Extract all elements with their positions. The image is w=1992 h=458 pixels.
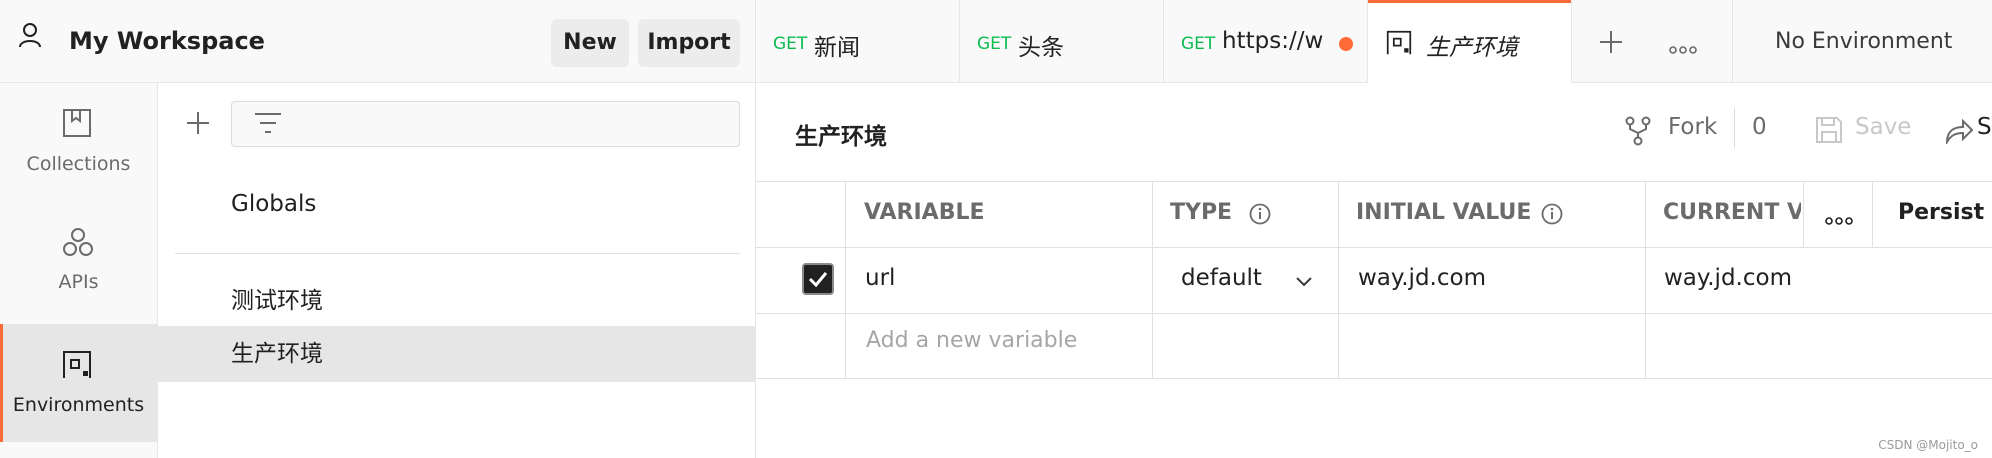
env-item-globals[interactable]: Globals [158, 191, 755, 217]
environments-icon [62, 350, 92, 384]
tab-name: https://w [1222, 28, 1324, 54]
divider [756, 247, 1992, 248]
fork-count: 0 [1752, 114, 1767, 140]
page-title: 生产环境 [795, 124, 887, 150]
search-input[interactable] [231, 101, 740, 147]
initial-value-cell[interactable]: way.jd.com [1358, 265, 1486, 291]
column-header-initial-value: INITIAL VALUE [1356, 200, 1532, 225]
tab-method: GET [977, 34, 1012, 54]
divider [1872, 181, 1873, 247]
type-select[interactable]: default [1181, 265, 1262, 291]
tab-method: GET [1181, 34, 1216, 54]
divider [1732, 0, 1733, 83]
fork-icon[interactable] [1625, 116, 1651, 150]
divider [1645, 181, 1646, 379]
column-options-icon[interactable] [1825, 210, 1853, 229]
env-item-test[interactable]: 测试环境 [158, 281, 755, 315]
collections-icon [62, 108, 92, 142]
divider [175, 253, 740, 254]
sidebar-item-environments[interactable]: Environments [0, 324, 157, 442]
divider [756, 181, 1992, 182]
more-icon[interactable] [1669, 39, 1697, 58]
watermark: CSDN @Mojito_o [1878, 438, 1978, 452]
unsaved-dot [1339, 37, 1353, 51]
divider [1803, 181, 1804, 247]
import-button[interactable]: Import [638, 19, 740, 67]
save-button[interactable]: Save [1855, 114, 1911, 140]
tab-name: 头条 [1018, 35, 1064, 61]
current-value-cell[interactable]: way.jd.com [1664, 265, 1792, 291]
divider [1734, 108, 1735, 148]
tab-news[interactable]: GET 新闻 [756, 0, 960, 83]
sidebar-item-label: Collections [26, 153, 131, 175]
add-icon[interactable] [186, 111, 210, 139]
sidebar-item-collections[interactable]: Collections [0, 83, 157, 201]
variable-cell[interactable]: url [865, 265, 895, 291]
tab-method: GET [773, 34, 808, 54]
environments-icon [1386, 30, 1412, 60]
env-item-production[interactable]: 生产环境 [158, 326, 755, 382]
tab-headlines[interactable]: GET 头条 [960, 0, 1164, 83]
row-enabled-checkbox[interactable] [802, 263, 834, 295]
divider [845, 181, 846, 379]
workspace-title[interactable]: My Workspace [69, 27, 265, 55]
sidebar-item-label: APIs [58, 271, 99, 293]
tab-url[interactable]: GET https://w [1164, 0, 1368, 83]
new-tab-icon[interactable] [1599, 30, 1623, 58]
column-header-type: TYPE [1170, 200, 1233, 225]
filter-icon[interactable] [254, 111, 282, 139]
environment-selector[interactable]: No Environment [1775, 29, 1952, 54]
tab-production-env[interactable]: 生产环境 [1368, 0, 1572, 83]
chevron-down-icon[interactable] [1295, 273, 1313, 292]
sidebar: Collections APIs Environments [0, 83, 158, 458]
divider [756, 313, 1992, 314]
sidebar-item-apis[interactable]: APIs [0, 201, 157, 319]
sidebar-item-label: Environments [12, 394, 145, 416]
tab-name: 生产环境 [1426, 35, 1518, 61]
new-button[interactable]: New [551, 19, 629, 67]
persist-all-button[interactable]: Persist A [1898, 200, 1992, 225]
fork-button[interactable]: Fork [1668, 114, 1717, 140]
column-header-variable: VARIABLE [864, 200, 985, 225]
info-icon[interactable] [1249, 203, 1271, 229]
column-header-current-value: CURRENT VA [1663, 200, 1801, 225]
add-variable-input[interactable]: Add a new variable [866, 328, 1077, 353]
apis-icon [62, 227, 94, 261]
tab-name: 新闻 [814, 35, 860, 61]
user-icon[interactable] [18, 22, 42, 52]
share-icon[interactable] [1945, 118, 1974, 148]
tab-bar: GET 新闻 GET 头条 GET https://w 生产环境 No Envi… [756, 0, 1992, 83]
share-button[interactable]: S [1977, 114, 1992, 140]
info-icon[interactable] [1541, 203, 1563, 229]
save-icon [1815, 116, 1843, 148]
divider [1338, 181, 1339, 379]
divider [1152, 181, 1153, 379]
divider [756, 378, 1992, 379]
